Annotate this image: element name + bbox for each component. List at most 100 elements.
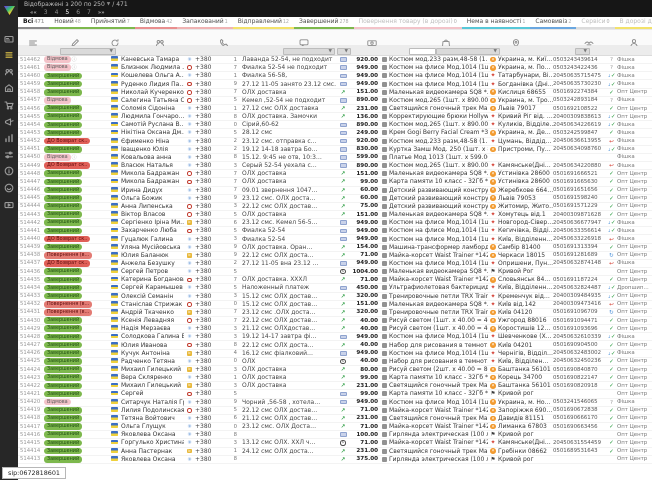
sidebar-contacts-icon[interactable] [3, 66, 15, 78]
tab-Новий[interactable]: Новий48 [49, 17, 86, 29]
order-row[interactable]: 514443ЗавершенийВіктор Власов+3805ОЛХ до… [18, 211, 652, 219]
pagination-range[interactable]: Відображені з 200 по 250 ▼ / 471 [24, 1, 652, 9]
flag-cell [108, 358, 121, 365]
order-row[interactable]: 514442ЗавершенийСергіенко Іріна Ми…lc+38… [18, 219, 652, 227]
order-row[interactable]: 514427ЗавершенийЮлия Иванова+380822.12 с… [18, 341, 652, 349]
order-row[interactable]: 514429ЗавершенийНадія Мерзаєва✳+380321.1… [18, 325, 652, 333]
tab-Всі[interactable]: Всі471 [18, 17, 49, 29]
delivery-city: Словьянськ 84… [498, 276, 553, 283]
sidebar-video-icon[interactable] [3, 199, 15, 211]
order-row[interactable]: 514447ЗавершенийМикола Бадражан+3807ОЛХ … [18, 178, 652, 186]
tab-Нема в наявності[interactable]: Нема в наявності1 [462, 17, 531, 29]
order-row[interactable]: 514428ЗавершенийСолодкова Галина В…✳+380… [18, 333, 652, 341]
page-button-7[interactable]: 7 [87, 9, 91, 17]
order-row[interactable]: 514415ЗавершенийГоргулько Христина…✳+380… [18, 439, 652, 447]
tab-В дорозі додому[interactable]: В дорозі додому0 [615, 17, 652, 29]
order-row[interactable]: 514444ЗавершенийАнна Липенська+380322.12… [18, 203, 652, 211]
source-ring-icon [187, 180, 192, 185]
order-row[interactable]: 514418ЗавершенийТетяна Войтович✳+380621.… [18, 415, 652, 423]
delivery-city: Самбір 81400 [498, 244, 553, 251]
tab-Запакований[interactable]: Запакований1 [177, 17, 232, 29]
order-row[interactable]: 514420ВідмоваСитарчук Наталія Гр…✳+3809Ч… [18, 399, 652, 407]
source-cell: lc [184, 219, 195, 226]
customer-name: Близнюк Людмила … [121, 64, 184, 71]
order-row[interactable]: 514426ЗавершенийКучук Антонінаlc+380416.… [18, 350, 652, 358]
order-row[interactable]: 514425ЗавершенийРадченко Тетяна✳+3800ОЛХ… [18, 358, 652, 366]
sidebar-cart-icon[interactable] [3, 99, 15, 111]
filter-dropdown[interactable]: ▼ [575, 48, 590, 55]
order-row[interactable]: 514436ЗавершенийСергей Петров✳+3805$1004… [18, 268, 652, 276]
chevron-down-icon[interactable]: ▼ [107, 1, 110, 9]
filter-dropdown[interactable]: ▼ [60, 48, 116, 55]
sidebar-id-card-icon[interactable] [3, 33, 15, 45]
order-row[interactable]: 514433ЗавершенийОлексій Семанін✳+380315.… [18, 293, 652, 301]
order-row[interactable]: 514421ЗавершенийСергей+380599.00Карта па… [18, 390, 652, 398]
sidebar-announce-icon[interactable] [3, 116, 15, 128]
sidebar-settings-sliders-icon[interactable] [3, 149, 15, 161]
page-button-4[interactable]: 4 [55, 9, 59, 17]
order-row[interactable]: 514432Повернення (в...Станіслав Стрижак+… [18, 301, 652, 309]
order-row[interactable]: 514446ЗавершенийИрина Дидух✳+380709.01 з… [18, 187, 652, 195]
last-page-button[interactable]: »» [98, 9, 105, 17]
order-row[interactable]: 514448ЗавершенийМикола Бадражан+3807ОЛХ … [18, 170, 652, 178]
order-row[interactable]: 514457ВідмоваСалегина Татьяна С…+3805Кем… [18, 97, 652, 105]
product-icon-cell [380, 154, 389, 161]
order-row[interactable]: 514460ЗавершенийКошелева Ольга А…✳+3801Ф… [18, 72, 652, 80]
payment-cell [337, 260, 349, 267]
app-logo-icon[interactable] [3, 1, 16, 20]
order-row[interactable]: 514413ЗавершенийЯковлева Оксана✳+3808↗37… [18, 456, 652, 464]
tracking-status-cell: ✓ [606, 187, 617, 194]
order-row[interactable]: 514440ДО Возврат ск..Гуцалюк Галина✳+380… [18, 235, 652, 243]
order-row[interactable]: 514422ЗавершенийМихаил Гилецькийlc+3803О… [18, 382, 652, 390]
filter-input[interactable] [409, 48, 436, 55]
tab-Повернення товару (в дорозі)[interactable]: Повернення товару (в дорозі)0 [354, 17, 462, 29]
order-row[interactable]: 514435ЗавершенийКатерина Богданова+3807О… [18, 276, 652, 284]
sidebar-warehouse-icon[interactable] [3, 82, 15, 94]
order-row[interactable]: 514438Повернення (в...Юлия Баланюкlc+380… [18, 252, 652, 260]
order-row[interactable]: 514451ЗавершенийІващенко Юлія✳+380219.12… [18, 146, 652, 154]
delivery-cell: д [488, 407, 498, 414]
order-row[interactable]: 514456ЗавершенийСоломія Сідоніна✳+380127… [18, 105, 652, 113]
tab-Відправлений[interactable]: Відправлений12 [233, 17, 294, 29]
order-row[interactable]: 514452ДО Возврат ск..Єфименко Ніна✳+3802… [18, 138, 652, 146]
sidebar-orders-icon[interactable] [3, 49, 15, 61]
order-row[interactable]: 514455ЗавершенийЛюдмила Гончаро…✳+3808ОЛ… [18, 113, 652, 121]
order-row[interactable]: 514459ЗавершенийРуденко Лидия Па…+380927… [18, 80, 652, 88]
sidebar-info-icon[interactable] [3, 165, 15, 177]
order-row[interactable]: 514423ЗавершенийВера Скляренко✳+3801ОЛХ … [18, 374, 652, 382]
filter-dropdown[interactable]: ▼ [436, 48, 500, 55]
page-button-3[interactable]: 3 [44, 9, 48, 17]
tab-Відмова[interactable]: Відмова42 [135, 17, 177, 29]
filter-dropdown[interactable]: ▼ [283, 48, 335, 55]
tab-Самовивіз[interactable]: Самовивіз2 [530, 17, 576, 29]
page-button-6[interactable]: 6 [76, 9, 80, 17]
order-row[interactable]: 514445ЗавершенийОльга Божик✳+380923.12 с… [18, 195, 652, 203]
filter-dropdown[interactable]: ▼ [337, 48, 351, 55]
first-page-button[interactable]: «« [30, 9, 37, 17]
order-row[interactable]: 514439ЗавершенийУляна Мусійовська✳+3809О… [18, 244, 652, 252]
order-row[interactable]: 514416ЗавершенийЯковлева Оксана✳+3808100… [18, 431, 652, 439]
order-row[interactable]: 514437ДО Возврат ск..Анжела Безушку✳+380… [18, 260, 652, 268]
order-row[interactable]: 514430ЗавершенийКсенія Левадняя+380722.1… [18, 317, 652, 325]
tab-Прийнятий[interactable]: Прийнятий7 [86, 17, 135, 29]
order-row[interactable]: 514462ВідмоваⓘКаневська Тамара✳+3801Лава… [18, 56, 652, 64]
order-row[interactable]: 514449ДО Возврат ск..Власюк Наталья✳+380… [18, 162, 652, 170]
order-row[interactable]: 514431Повернення (в...Андрій Ткаченкоlc+… [18, 309, 652, 317]
order-row[interactable]: 514441ЗавершенийЗахарченко Люба+3805Фиал… [18, 227, 652, 235]
sidebar-stats-icon[interactable] [3, 132, 15, 144]
tab-Сервіси[interactable]: Сервіси0 [576, 17, 614, 29]
tab-Завершений[interactable]: Завершений278 [294, 17, 354, 29]
order-row[interactable]: 514419ЗавершенийЛилия Подолинская+380522… [18, 407, 652, 415]
order-row[interactable]: 514417ЗавершенийОльга Глущук✳+380023.12 … [18, 423, 652, 431]
order-row[interactable]: 514461ВідмоваⓘБлизнюк Людмила …+3807Фиал… [18, 64, 652, 72]
page-button-5[interactable]: 5 [65, 9, 69, 17]
order-row[interactable]: 514414ЗавершенийАнна Пастернакlc+380124.… [18, 448, 652, 456]
order-row[interactable]: 514450ВідмоваⓘКовальова анна✳+380815.12.… [18, 154, 652, 162]
order-row[interactable]: 514434ЗавершенийСергей Карамышев✳+3805На… [18, 284, 652, 292]
delivery-city: Хомутець від.1 [498, 211, 553, 218]
order-row[interactable]: 514424ЗавершенийМихаил Гилецькийlc+3803О… [18, 366, 652, 374]
order-row[interactable]: 514454ЗавершенийСамотій Руслана В…✳+3800… [18, 121, 652, 129]
order-row[interactable]: 514453ЗавершенийНікітіна Оксана Дм…✳+380… [18, 129, 652, 137]
order-row[interactable]: 514458ЗавершенийНиколай Кучеренко+3807ОЛ… [18, 89, 652, 97]
sidebar-gesture-icon[interactable] [3, 182, 15, 194]
